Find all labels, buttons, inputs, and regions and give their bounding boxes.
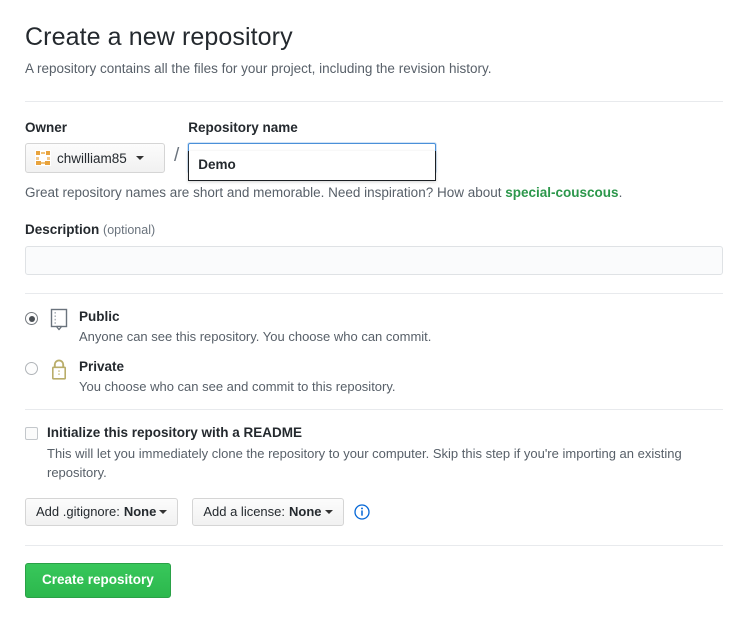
- visibility-option-public[interactable]: Public Anyone can see this repository. Y…: [25, 308, 723, 346]
- create-repository-page: Create a new repository A repository con…: [0, 0, 748, 623]
- owner-and-name-row: Owner chwilliam85 / Repository: [25, 102, 723, 173]
- license-prefix-label: Add a license:: [203, 504, 285, 519]
- description-field: Description (optional): [25, 203, 723, 275]
- public-radio[interactable]: [25, 312, 38, 325]
- create-repository-button[interactable]: Create repository: [25, 563, 171, 598]
- owner-label: Owner: [25, 120, 165, 136]
- autocomplete-option[interactable]: Demo: [189, 151, 435, 180]
- private-radio[interactable]: [25, 362, 38, 375]
- repository-name-autocomplete: Demo: [188, 151, 436, 181]
- owner-name-separator: /: [174, 141, 179, 171]
- repo-book-icon: [48, 308, 70, 332]
- visibility-options: Public Anyone can see this repository. Y…: [25, 294, 723, 396]
- description-label-text: Description: [25, 222, 99, 237]
- readme-checkbox[interactable]: [25, 427, 38, 440]
- chevron-down-icon: [159, 510, 167, 514]
- license-value-label: None: [289, 504, 322, 519]
- description-input[interactable]: [25, 246, 723, 275]
- readme-label[interactable]: Initialize this repository with a README: [47, 424, 302, 442]
- submit-section: Create repository: [25, 546, 723, 598]
- visibility-option-private[interactable]: Private You choose who can see and commi…: [25, 358, 723, 396]
- template-options-row: Add .gitignore: None Add a license: None: [25, 483, 723, 526]
- gitignore-select-button[interactable]: Add .gitignore: None: [25, 498, 178, 526]
- chevron-down-icon: [136, 156, 144, 160]
- private-description: You choose who can see and commit to thi…: [79, 378, 396, 397]
- identicon-avatar-icon: [35, 150, 51, 166]
- repository-name-field: Repository name Demo: [188, 120, 436, 173]
- readme-description: This will let you immediately clone the …: [25, 441, 723, 483]
- private-title: Private: [79, 358, 396, 376]
- hint-text-before: Great repository names are short and mem…: [25, 185, 426, 200]
- lock-icon: [48, 358, 70, 382]
- gitignore-value-label: None: [124, 504, 157, 519]
- repository-name-label: Repository name: [188, 120, 436, 136]
- chevron-down-icon: [325, 510, 333, 514]
- owner-select-button[interactable]: chwilliam85: [25, 143, 165, 173]
- page-subtitle: A repository contains all the files for …: [25, 53, 723, 79]
- public-title: Public: [79, 308, 431, 326]
- owner-name-label: chwilliam85: [57, 151, 127, 166]
- suggested-name-link[interactable]: special-couscous: [505, 185, 618, 200]
- info-circle-icon[interactable]: [354, 504, 370, 520]
- license-select-button[interactable]: Add a license: None: [192, 498, 343, 526]
- gitignore-prefix-label: Add .gitignore:: [36, 504, 120, 519]
- readme-section: Initialize this repository with a README…: [25, 410, 723, 483]
- public-option-text: Public Anyone can see this repository. Y…: [79, 308, 431, 346]
- description-label: Description (optional): [25, 222, 723, 238]
- hint-text-after: ? How about: [426, 185, 506, 200]
- readme-row[interactable]: Initialize this repository with a README: [25, 424, 723, 442]
- hint-trailing: .: [619, 185, 623, 200]
- private-option-text: Private You choose who can see and commi…: [79, 358, 396, 396]
- public-description: Anyone can see this repository. You choo…: [79, 328, 431, 347]
- description-optional-label: (optional): [103, 223, 155, 237]
- page-title: Create a new repository: [25, 0, 723, 53]
- owner-field: Owner chwilliam85: [25, 120, 165, 173]
